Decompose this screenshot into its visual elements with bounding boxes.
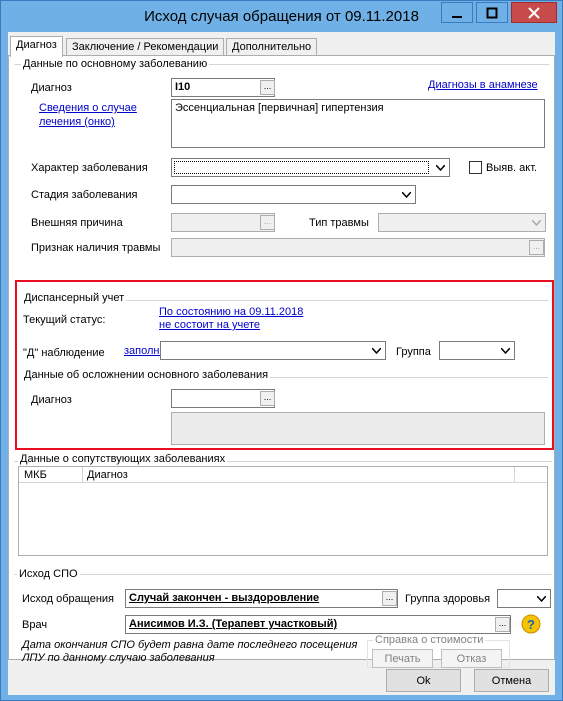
- character-label: Характер заболевания: [31, 162, 148, 174]
- injury-sign-field: [171, 238, 545, 257]
- print-button[interactable]: Печать: [372, 649, 433, 668]
- group-label: Группа: [396, 346, 431, 358]
- concomitant-title: Данные о сопутствующих заболеваниях: [18, 453, 228, 465]
- status-date-link[interactable]: По состоянию на 09.11.2018: [159, 306, 303, 318]
- tab-additional[interactable]: Дополнительно: [226, 38, 318, 56]
- external-cause-label: Внешняя причина: [31, 217, 123, 229]
- minimize-icon: [452, 15, 462, 18]
- health-group-label: Группа здоровья: [405, 593, 491, 605]
- tab-conclusion[interactable]: Заключение / Рекомендации: [66, 38, 225, 56]
- svg-text:?: ?: [527, 617, 535, 632]
- complication-text-area: [171, 412, 545, 445]
- concomitant-table[interactable]: МКБ Диагноз: [18, 466, 548, 556]
- maximize-icon: [486, 7, 498, 18]
- injury-sign-label: Признак наличия травмы: [31, 242, 161, 254]
- complication-diagnosis-button[interactable]: ...: [260, 391, 275, 406]
- outcome-field[interactable]: Случай закончен - выздоровление: [125, 589, 398, 608]
- case-info-link-line2[interactable]: лечения (онко): [39, 116, 115, 128]
- dispensary-group: Диспансерный учет: [22, 292, 548, 304]
- diagnosis-label: Диагноз: [31, 82, 72, 94]
- chevron-down-icon[interactable]: [433, 160, 448, 175]
- refuse-button[interactable]: Отказ: [441, 649, 502, 668]
- doctor-select-button[interactable]: ...: [495, 617, 510, 632]
- dispensary-title: Диспансерный учет: [22, 292, 127, 304]
- column-mkb[interactable]: МКБ: [24, 469, 47, 481]
- note-line2: ЛПУ по данному случаю заболевания: [22, 652, 215, 664]
- dialog-client: Диагноз Заключение / Рекомендации Дополн…: [8, 32, 555, 695]
- table-header: МКБ Диагноз: [19, 467, 547, 483]
- cost-group-title: Справка о стоимости: [373, 634, 486, 646]
- complication-group: Данные об осложнении основного заболеван…: [22, 369, 548, 381]
- complication-title: Данные об осложнении основного заболеван…: [22, 369, 271, 381]
- character-combo[interactable]: [171, 158, 450, 177]
- tab-diagnosis[interactable]: Диагноз: [10, 36, 63, 57]
- focus-rect: [174, 161, 429, 174]
- ok-button[interactable]: Ok: [386, 669, 461, 692]
- current-status-label: Текущий статус:: [23, 314, 106, 326]
- close-icon: [528, 6, 540, 19]
- group-combo[interactable]: [439, 341, 515, 360]
- stage-label: Стадия заболевания: [31, 189, 138, 201]
- injury-type-combo: [378, 213, 546, 232]
- injury-type-label: Тип травмы: [309, 217, 369, 229]
- dialog-window: Исход случая обращения от 09.11.2018 Диа…: [0, 0, 563, 701]
- stage-combo[interactable]: [171, 185, 416, 204]
- concomitant-group: Данные о сопутствующих заболеваниях: [14, 453, 552, 465]
- case-info-link-line1[interactable]: Сведения о случае: [39, 102, 137, 114]
- detected-label: Выяв. акт.: [486, 162, 538, 174]
- chevron-down-icon[interactable]: [369, 343, 384, 358]
- tab-panel-diagnosis: Данные по основному заболеванию Диагноз …: [8, 55, 555, 668]
- doctor-field[interactable]: Анисимов И.З. (Терапевт участковый): [125, 615, 511, 634]
- diagnosis-select-button[interactable]: ...: [260, 80, 275, 95]
- external-cause-button: ...: [260, 215, 275, 230]
- outcome-label: Исход обращения: [22, 593, 115, 605]
- minimize-button[interactable]: [441, 2, 473, 23]
- observation-combo[interactable]: [160, 341, 386, 360]
- doctor-label: Врач: [22, 619, 48, 631]
- maximize-button[interactable]: [476, 2, 508, 23]
- outcome-title: Исход СПО: [17, 568, 80, 580]
- column-diagnosis[interactable]: Диагноз: [87, 469, 128, 481]
- chevron-down-icon[interactable]: [399, 187, 414, 202]
- close-button[interactable]: [511, 2, 557, 23]
- cancel-button[interactable]: Отмена: [474, 669, 549, 692]
- chevron-down-icon: [529, 215, 544, 230]
- fill-link[interactable]: заполн.: [124, 345, 163, 357]
- column-divider: [514, 467, 515, 483]
- outcome-select-button[interactable]: ...: [382, 591, 397, 606]
- note-line1: Дата окончания СПО будет равна дате посл…: [22, 639, 358, 651]
- title-bar[interactable]: Исход случая обращения от 09.11.2018: [1, 1, 562, 32]
- observation-label: "Д" наблюдение: [23, 347, 105, 359]
- health-group-combo[interactable]: [497, 589, 551, 608]
- diagnosis-text-area[interactable]: Эссенциальная [первичная] гипертензия: [171, 99, 545, 148]
- anamnesis-diagnoses-link[interactable]: Диагнозы в анамнезе: [428, 79, 538, 91]
- chevron-down-icon[interactable]: [534, 591, 549, 606]
- chevron-down-icon[interactable]: [498, 343, 513, 358]
- column-divider: [82, 467, 83, 483]
- injury-sign-button: ...: [529, 240, 544, 255]
- detected-checkbox[interactable]: [469, 161, 482, 174]
- main-disease-title: Данные по основному заболеванию: [21, 58, 210, 70]
- complication-diagnosis-label: Диагноз: [31, 394, 72, 406]
- status-value-link[interactable]: не состоит на учете: [159, 319, 260, 331]
- help-icon[interactable]: ?: [521, 614, 541, 636]
